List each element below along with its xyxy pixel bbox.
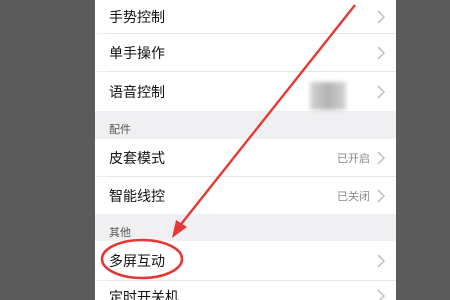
chevron-right-icon (377, 9, 386, 24)
settings-row-one-hand[interactable]: 单手操作 (95, 34, 396, 71)
chevron-right-icon (377, 188, 386, 203)
row-label: 多屏互动 (109, 253, 165, 270)
blurred-watermark (310, 82, 346, 110)
settings-screen: 手势控制 单手操作 语音控制 配件 皮套模式 已开启 智能线控 已关闭 其他 多… (95, 0, 396, 300)
row-label: 定时开关机 (109, 290, 179, 300)
status-value: 已开启 (337, 151, 370, 165)
section-header-accessory: 配件 (109, 123, 131, 136)
settings-row-scheduled-power[interactable]: 定时开关机 (95, 281, 396, 300)
status-value: 已关闭 (337, 189, 370, 203)
chevron-right-icon (377, 84, 386, 99)
chevron-right-icon (377, 289, 386, 300)
settings-row-gesture-control[interactable]: 手势控制 (95, 0, 396, 33)
row-label: 语音控制 (109, 84, 165, 101)
row-label: 单手操作 (109, 45, 165, 62)
chevron-right-icon (377, 45, 386, 60)
section-header-other: 其他 (109, 226, 131, 239)
settings-row-multi-screen[interactable]: 多屏互动 (95, 241, 396, 280)
chevron-right-icon (377, 150, 386, 165)
chevron-right-icon (377, 253, 386, 268)
row-label: 智能线控 (109, 188, 165, 205)
settings-row-voice-control[interactable]: 语音控制 (95, 72, 396, 111)
settings-row-smart-wire-control[interactable]: 智能线控 已关闭 (95, 177, 396, 214)
row-label: 手势控制 (109, 9, 165, 26)
settings-row-case-mode[interactable]: 皮套模式 已开启 (95, 139, 396, 176)
row-label: 皮套模式 (109, 150, 165, 167)
